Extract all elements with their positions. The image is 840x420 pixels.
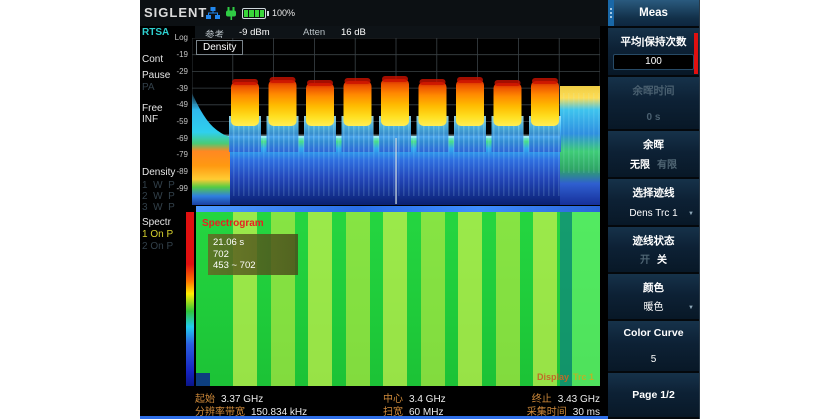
spectrogram-signal-band [458,212,482,386]
page: SIGLENT 100% RTSA 参考 -9 dBm [0,0,840,420]
spectrogram-signal-band [346,212,370,386]
menu-button-label: 余晖时间 [608,77,699,98]
sidebar-item-density-sub: 3 W P [142,202,175,213]
spectrogram-signal-band [496,212,520,386]
spectrogram-info-count: 702 [213,249,293,261]
spectrogram-signal-band [383,212,407,386]
spectrogram-signal-band [421,212,445,386]
menu-button-color[interactable]: 颜色暖色▼ [608,274,699,321]
spectrogram-info-time: 21.06 s [213,237,293,249]
y-axis-tick: -29 [160,67,188,76]
y-axis-tick: -99 [160,184,188,193]
battery-nub [267,11,269,16]
spectrogram-signal-band [308,212,332,386]
spectrogram-signal-band [533,212,557,386]
freq-info-field[interactable]: 采集时间30 ms [490,403,600,416]
freq-info-field[interactable]: 扫宽60 MHz [383,403,446,416]
y-axis-tick: Log [160,33,188,42]
freq-info-field[interactable]: 终止3.43 GHz [490,390,600,403]
screen-bottom-edge [140,416,608,419]
menu-button-label: 迹线状态 [608,227,699,248]
freq-info-column: 终止3.43 GHz采集时间30 ms [490,390,600,416]
y-axis-tick: -49 [160,100,188,109]
freq-info-field[interactable]: 分辨率带宽150.834 kHz [195,403,307,416]
menu-button-label: Color Curve [608,321,699,339]
menu-button-value: 暖色 [608,298,699,313]
menu-button-toggle: 无限有限 [608,156,699,171]
y-axis-tick: -19 [160,50,188,59]
menu-button-trace-state[interactable]: 迹线状态开关 [608,227,699,274]
menu-button-label: 余晖 [608,131,699,152]
menu-button-label: Page 1/2 [632,389,675,401]
spectrogram-trace-label: DisplayTrc 1 [537,372,594,382]
ref-value[interactable]: -9 dBm [239,27,270,38]
menu-button-value: 0 s [608,112,699,123]
freq-info-field[interactable]: 起始3.37 GHz [195,390,307,403]
menu-header: Meas [608,0,699,28]
density-display [192,38,600,205]
analyzer-screen: SIGLENT 100% RTSA 参考 -9 dBm [140,0,700,419]
menu-title: Meas [639,7,668,19]
freq-info-field[interactable]: 中心3.4 GHz [383,390,446,403]
menu-button-avg-hold-count[interactable]: 平均|保持次数 100 [608,28,699,77]
menu-button-persistence-time[interactable]: 余晖时间 0 s [608,77,699,131]
toggle-option[interactable]: 开 [640,255,650,266]
spectrogram-title: Spectrogram [202,218,264,229]
freq-info-column: 起始3.37 GHz分辨率带宽150.834 kHz [195,390,307,416]
menu-button-value: 5 [608,354,699,365]
menu-button-persistence[interactable]: 余晖无限有限 [608,131,699,179]
atten-value[interactable]: 16 dB [341,27,366,38]
spectrogram-band-edge [560,212,572,386]
sidebar-item-spectr[interactable]: Spectr [142,217,171,228]
battery-percent: 100% [272,8,295,18]
chevron-down-icon: ▼ [688,211,694,217]
spectrogram-oldest-rows [196,373,210,386]
menu-button-label: 颜色 [608,274,699,295]
spectrogram-info-range: 453 ~ 702 [213,260,293,272]
atten-label: Atten [303,27,325,38]
y-axis-tick: -89 [160,167,188,176]
menu-button-label: 平均|保持次数 [608,28,699,49]
menu-grip-icon[interactable] [608,0,614,26]
chevron-down-icon: ▼ [688,305,694,311]
y-axis-tick: -39 [160,84,188,93]
spectrogram-colorbar [186,212,194,386]
lan-icon [206,7,220,20]
siglent-logo: SIGLENT [144,5,207,20]
battery-icon [242,8,266,19]
freq-info-column: 中心3.4 GHz扫宽60 MHz [383,390,446,416]
menu-button-toggle: 开关 [608,251,699,266]
toggle-option[interactable]: 关 [657,255,667,266]
power-plug-icon [225,7,237,20]
active-function-indicator [694,33,698,74]
menu-button-color-curve[interactable]: Color Curve 5 [608,321,699,373]
spectrogram-info-box: 21.06 s 702 453 ~ 702 [208,234,298,275]
sidebar-item-spectr-trace[interactable]: 1 On P [142,229,173,240]
y-axis-tick: -69 [160,134,188,143]
menu-button-value: Dens Trc 1 [608,208,699,219]
menu-button-page[interactable]: Page 1/2 [608,373,699,419]
sidebar-item-pa: PA [142,82,155,93]
sidebar-item-spectr-trace: 2 On P [142,241,173,252]
y-axis-tick: -59 [160,117,188,126]
menu-button-select-trace[interactable]: 选择迹线 Dens Trc 1▼ [608,179,699,227]
density-window-label: Density [196,40,243,55]
toggle-option[interactable]: 有限 [657,160,677,171]
menu-button-value-box: 100 [613,54,694,70]
spectrogram-right-zone [572,212,600,386]
menu-button-label: 选择迹线 [608,179,699,200]
toggle-option[interactable]: 无限 [630,160,650,171]
top-status-bar: SIGLENT 100% [140,0,608,26]
spectrogram-display: Spectrogram 21.06 s 702 453 ~ 702 Displa… [196,206,600,386]
softkey-menu: Meas 平均|保持次数 100 余晖时间 0 s 余晖无限有限选择迹线 Dens Trc… [608,0,700,419]
y-axis-tick: -79 [160,150,188,159]
